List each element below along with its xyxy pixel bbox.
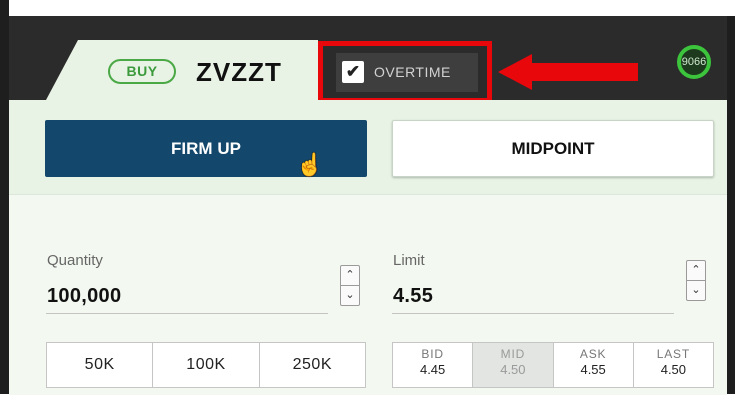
hand-cursor-icon: ☝ xyxy=(296,152,324,177)
quote-bid[interactable]: BID 4.45 xyxy=(393,343,474,387)
quantity-underline xyxy=(46,313,328,314)
quote-strip: BID 4.45 MID 4.50 ASK 4.55 LAST 4.50 xyxy=(392,342,714,388)
quote-last[interactable]: LAST 4.50 xyxy=(634,343,713,387)
quote-label: ASK xyxy=(579,347,607,361)
quick-size-group: 50K 100K 250K xyxy=(46,342,366,388)
side-badge: BUY xyxy=(108,59,176,84)
quantity-field[interactable]: 100,000 xyxy=(47,285,121,308)
quick-size-button[interactable]: 50K xyxy=(47,343,154,387)
frame-top xyxy=(0,0,735,16)
quote-label: BID xyxy=(421,347,444,361)
status-badge: 9066 xyxy=(677,45,711,79)
quote-mid[interactable]: MID 4.50 xyxy=(473,343,554,387)
quote-value: 4.45 xyxy=(419,362,446,377)
midpoint-button[interactable]: MIDPOINT xyxy=(392,120,714,177)
quick-size-button[interactable]: 100K xyxy=(153,343,260,387)
quote-label: LAST xyxy=(656,347,690,361)
quote-ask[interactable]: ASK 4.55 xyxy=(554,343,634,387)
symbol-label: ZVZZT xyxy=(196,57,282,87)
limit-stepper[interactable]: ⌃ ⌄ xyxy=(686,260,706,301)
quote-value: 4.50 xyxy=(660,362,687,377)
quote-value: 4.50 xyxy=(500,362,526,377)
limit-underline xyxy=(392,313,674,314)
quantity-stepper[interactable]: ⌃ ⌄ xyxy=(340,265,360,306)
annotation-highlight-box xyxy=(318,41,492,103)
chevron-up-icon[interactable]: ⌃ xyxy=(687,261,705,280)
chevron-down-icon[interactable]: ⌄ xyxy=(687,280,705,300)
frame-right-edge xyxy=(727,16,735,394)
limit-field[interactable]: 4.55 xyxy=(393,285,433,308)
quick-size-button[interactable]: 250K xyxy=(259,343,365,387)
red-arrow-icon xyxy=(498,54,638,90)
quote-label: MID xyxy=(500,347,526,361)
quantity-label: Quantity xyxy=(47,252,103,269)
chevron-up-icon[interactable]: ⌃ xyxy=(341,266,359,285)
quote-value: 4.55 xyxy=(580,362,606,377)
frame-left-edge xyxy=(0,0,9,394)
chevron-down-icon[interactable]: ⌄ xyxy=(341,285,359,305)
limit-label: Limit xyxy=(393,252,425,269)
